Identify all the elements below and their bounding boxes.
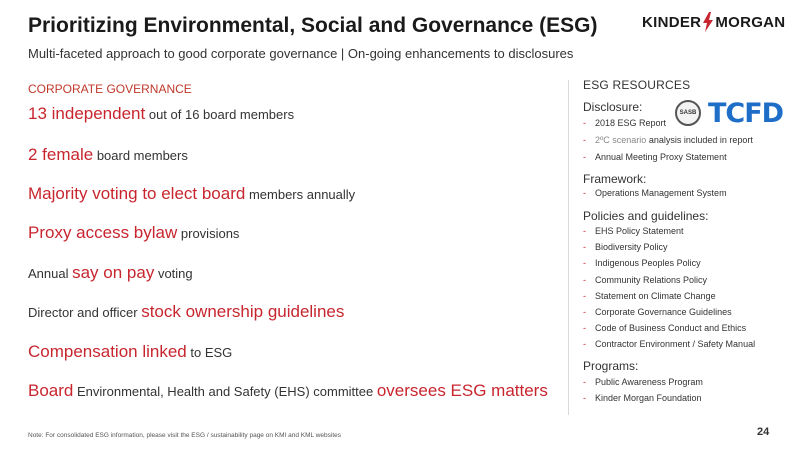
list-item: - EHS Policy Statement [583, 226, 684, 236]
governance-item-say-on-pay: Annual say on pay voting [28, 263, 193, 282]
list-item: - Statement on Climate Change [583, 291, 716, 301]
corporate-governance-section: CORPORATE GOVERNANCE 13 independent out … [28, 82, 563, 400]
disclosure-label: Disclosure: [583, 100, 643, 114]
list-item: - Indigenous Peoples Policy [583, 258, 701, 268]
list-item: - Kinder Morgan Foundation [583, 393, 702, 403]
framework-label: Framework: [583, 172, 647, 186]
list-item: - Biodiversity Policy [583, 242, 668, 252]
governance-item-independent: 13 independent out of 16 board members [28, 104, 295, 123]
page-subtitle: Multi-faceted approach to good corporate… [28, 46, 574, 61]
logo-text-right: MORGAN [715, 13, 786, 31]
list-item: -2018 ESG Report [583, 118, 667, 128]
resources-heading: ESG RESOURCES [583, 78, 691, 92]
list-item: - Community Relations Policy [583, 275, 708, 285]
policies-label: Policies and guidelines: [583, 209, 709, 223]
logo-text-left: KINDER [642, 13, 702, 31]
list-item: -2ºC scenario analysis included in repor… [583, 135, 753, 145]
governance-item-proxy-access: Proxy access bylaw provisions [28, 223, 240, 242]
governance-item-compensation: Compensation linked to ESG [28, 342, 233, 361]
page-title: Prioritizing Environmental, Social and G… [28, 14, 598, 37]
column-divider [568, 80, 569, 415]
kinder-morgan-logo: KINDER MORGAN [642, 12, 786, 32]
governance-item-female: 2 female board members [28, 145, 188, 164]
section-heading: CORPORATE GOVERNANCE [28, 82, 192, 96]
list-item: - Public Awareness Program [583, 377, 703, 387]
tcfd-logo: TCFD [708, 98, 784, 129]
governance-item-majority-voting: Majority voting to elect board members a… [28, 184, 356, 203]
governance-item-board-ehs: Board Environmental, Health and Safety (… [28, 381, 548, 400]
list-item: - Contractor Environment / Safety Manual [583, 339, 756, 349]
programs-label: Programs: [583, 359, 639, 373]
sasb-seal-icon: SASB [675, 100, 701, 126]
footer-note: Note: For consolidated ESG information, … [28, 432, 341, 439]
list-item: - Operations Management System [583, 188, 727, 198]
page-number: 24 [757, 426, 770, 438]
list-item: - Code of Business Conduct and Ethics [583, 323, 747, 333]
lightning-bolt-icon [701, 12, 715, 32]
list-item: - Corporate Governance Guidelines [583, 307, 732, 317]
governance-item-stock-ownership: Director and officer stock ownership gui… [28, 302, 345, 321]
list-item: - Annual Meeting Proxy Statement [583, 152, 727, 162]
